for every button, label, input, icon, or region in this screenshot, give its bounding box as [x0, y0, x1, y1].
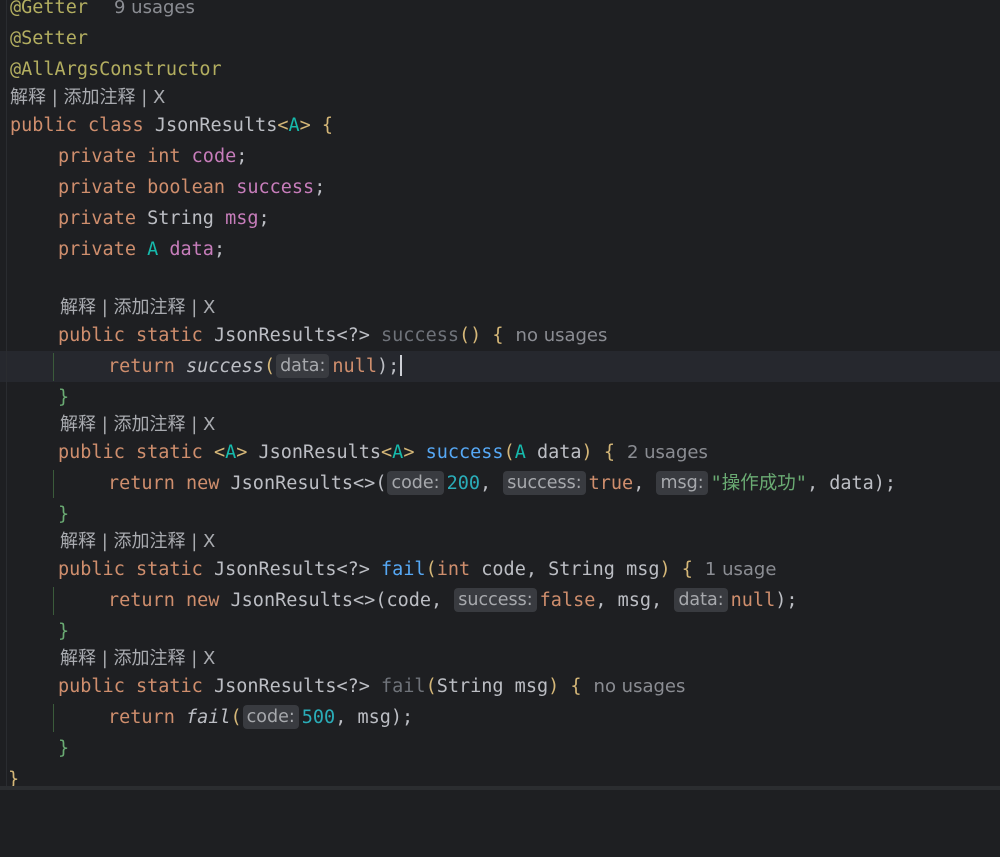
code-line[interactable]: return fail(code: 500, msg); [0, 702, 1000, 733]
text-cursor [400, 355, 403, 376]
code-lens-line[interactable]: 解释 | 添加注释 | X [0, 526, 1000, 557]
param-hint: data: [276, 354, 330, 378]
closing-brace: } [58, 738, 70, 759]
code-line[interactable]: return new JsonResults<>(code, success: f… [0, 585, 1000, 616]
code-line[interactable]: public static <A> JsonResults<A> success… [0, 437, 1000, 468]
annotation-setter: @Setter [10, 28, 88, 49]
usages-hint[interactable]: 1 usage [705, 559, 777, 580]
code-line[interactable]: public static JsonResults<?> fail(int co… [0, 554, 1000, 585]
field-declaration: private String msg; [58, 208, 270, 229]
annotation-allargsconstructor: @AllArgsConstructor [10, 59, 222, 80]
usages-hint[interactable]: no usages [594, 676, 686, 697]
code-lens-line[interactable]: 解释 | 添加注释 | X [0, 643, 1000, 674]
block-guide [6, 0, 7, 786]
param-hint: msg: [656, 471, 708, 495]
param-hint: success: [503, 471, 586, 495]
code-line[interactable]: public class JsonResults<A> { [0, 110, 1000, 141]
indent-guide [53, 470, 54, 498]
code-line[interactable]: public static JsonResults<?> fail(String… [0, 671, 1000, 702]
return-statement: return success(data: null); [108, 351, 403, 382]
indent-guide [53, 353, 54, 381]
return-statement: return new JsonResults<>(code, success: f… [108, 588, 798, 612]
ai-code-lens[interactable]: 解释 | 添加注释 | X [60, 643, 215, 674]
usages-hint[interactable]: 9 usages [114, 0, 195, 23]
method-signature: public static <A> JsonResults<A> success… [58, 442, 708, 463]
method-signature: public static JsonResults<?> fail(String… [58, 676, 686, 697]
method-signature: public static JsonResults<?> success() {… [58, 325, 608, 346]
code-line[interactable]: @Setter [0, 23, 1000, 54]
ai-code-lens[interactable]: 解释 | 添加注释 | X [10, 82, 165, 113]
class-declaration: public class JsonResults<A> { [10, 115, 334, 136]
usages-hint[interactable]: no usages [516, 325, 608, 346]
code-line[interactable]: } [0, 733, 1000, 764]
code-line[interactable]: private boolean success; [0, 172, 1000, 203]
return-statement: return new JsonResults<>(code: 200, succe… [108, 471, 897, 495]
indent-guide [53, 704, 54, 732]
code-line[interactable]: @Getter 9 usages [0, 0, 1000, 23]
annotation-getter: @Getter [10, 0, 88, 18]
indent-guide [53, 587, 54, 615]
code-line[interactable]: @AllArgsConstructor [0, 54, 1000, 85]
code-lens-line[interactable]: 解释 | 添加注释 | X [0, 409, 1000, 440]
param-hint: success: [454, 588, 537, 612]
ai-code-lens[interactable]: 解释 | 添加注释 | X [60, 292, 215, 323]
field-declaration: private int code; [58, 146, 248, 167]
ai-code-lens[interactable]: 解释 | 添加注释 | X [60, 409, 215, 440]
field-declaration: private boolean success; [58, 177, 326, 198]
ai-code-lens[interactable]: 解释 | 添加注释 | X [60, 526, 215, 557]
horizontal-scrollbar[interactable] [0, 786, 1000, 790]
code-line-current[interactable]: return success(data: null); [0, 351, 1000, 382]
code-line[interactable]: private String msg; [0, 203, 1000, 234]
code-lens-line[interactable]: 解释 | 添加注释 | X [0, 82, 1000, 113]
usages-hint[interactable]: 2 usages [627, 442, 708, 463]
code-line[interactable]: public static JsonResults<?> success() {… [0, 320, 1000, 351]
method-signature: public static JsonResults<?> fail(int co… [58, 559, 777, 580]
param-hint: code: [242, 705, 299, 729]
code-line[interactable]: private int code; [0, 141, 1000, 172]
param-hint: data: [674, 588, 728, 612]
param-hint: code: [387, 471, 444, 495]
return-statement: return fail(code: 500, msg); [108, 705, 414, 729]
code-editor[interactable]: @Getter 9 usages @Setter @AllArgsConstru… [0, 0, 1000, 790]
code-line[interactable]: return new JsonResults<>(code: 200, succe… [0, 468, 1000, 499]
field-declaration: private A data; [58, 239, 226, 260]
class-closing-brace: } [8, 769, 20, 790]
code-line[interactable]: private A data; [0, 234, 1000, 265]
code-lens-line[interactable]: 解释 | 添加注释 | X [0, 292, 1000, 323]
code-line[interactable]: } [0, 764, 1000, 795]
